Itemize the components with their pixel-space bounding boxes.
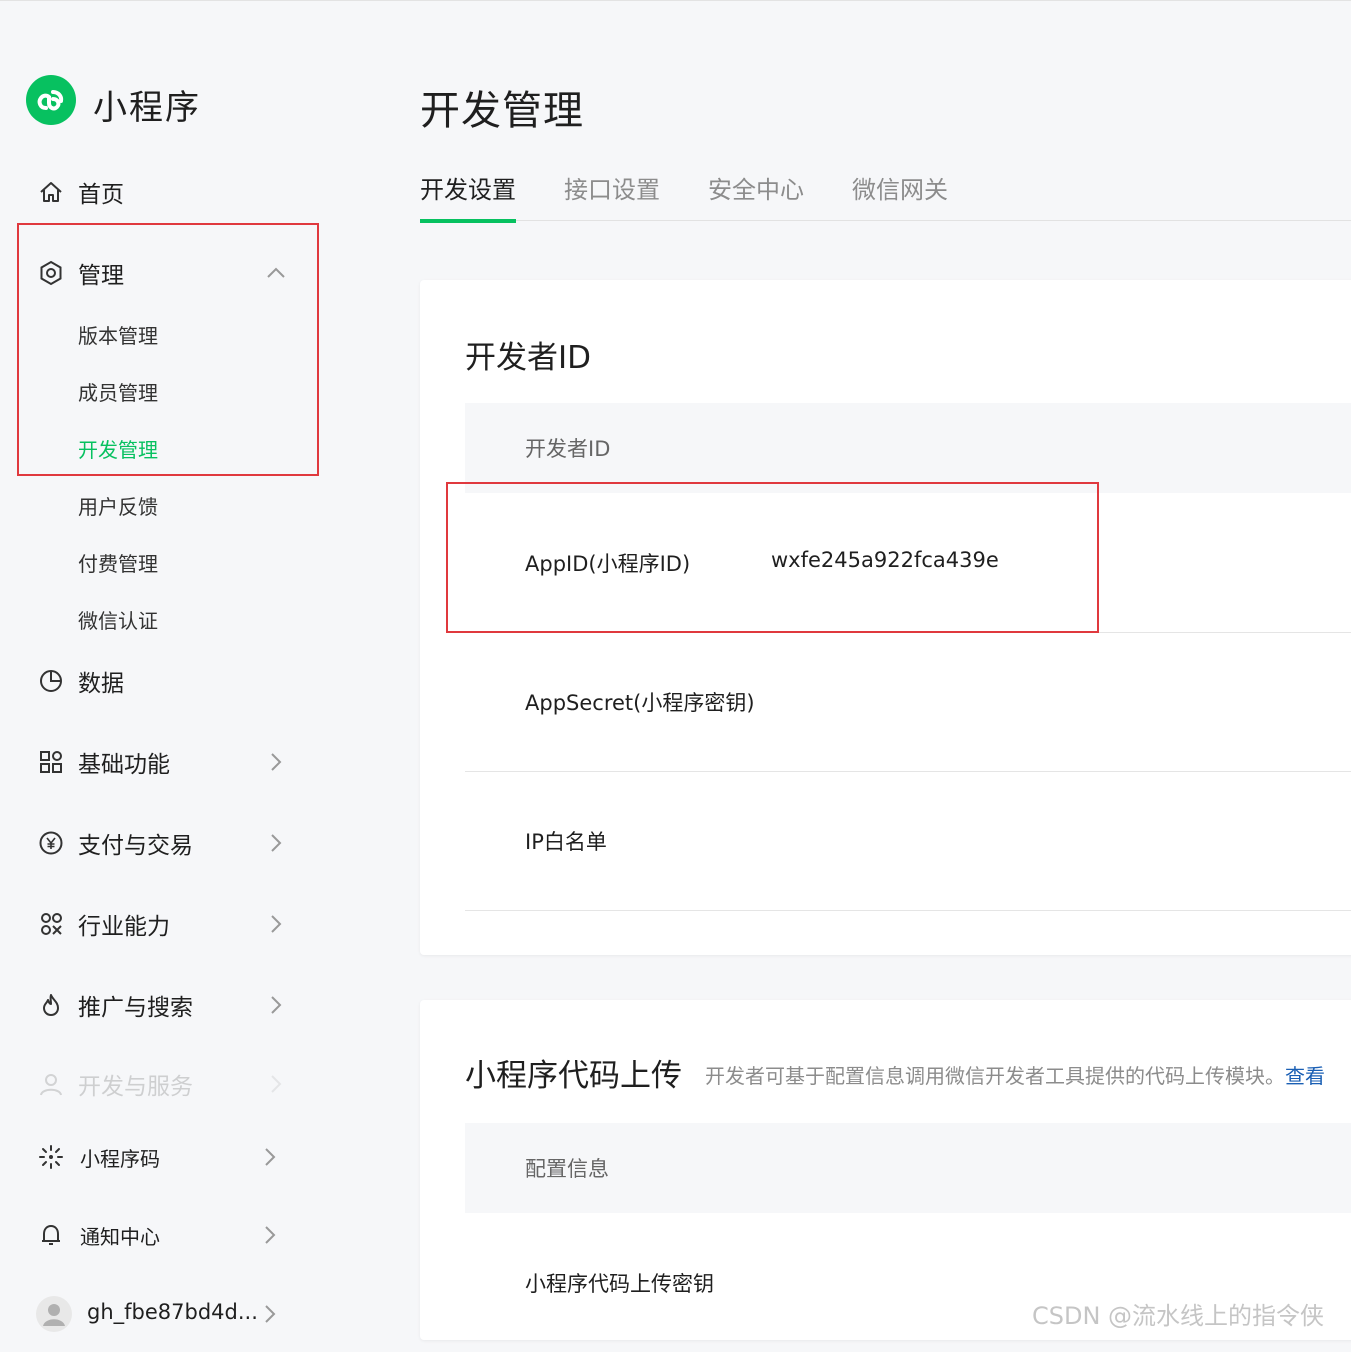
tab-bar: 开发设置 接口设置 安全中心 微信网关 bbox=[420, 170, 1351, 223]
table-header-label: 配置信息 bbox=[525, 1157, 609, 1181]
avatar[interactable] bbox=[36, 1296, 72, 1332]
yen-coin-icon bbox=[39, 831, 63, 855]
table-header: 开发者ID bbox=[465, 403, 1351, 493]
row-key: IP白名单 bbox=[525, 830, 607, 854]
sidebar-item-pay[interactable]: 支付与交易 bbox=[38, 823, 193, 863]
top-border bbox=[0, 0, 1351, 1]
tab-wechat-gateway[interactable]: 微信网关 bbox=[852, 170, 948, 219]
mini-program-code-icon bbox=[39, 1145, 63, 1169]
chevron-right-icon[interactable] bbox=[266, 752, 286, 772]
tab-dev-settings[interactable]: 开发设置 bbox=[420, 170, 516, 223]
card-title: 开发者ID bbox=[465, 340, 592, 376]
sidebar-item-dev-service[interactable]: 开发与服务 bbox=[38, 1064, 193, 1104]
sidebar-item-home[interactable]: 首页 bbox=[38, 172, 124, 212]
tab-security-center[interactable]: 安全中心 bbox=[708, 170, 804, 219]
sidebar-item-label: 开发与服务 bbox=[78, 1074, 193, 1100]
sidebar-item-label: 支付与交易 bbox=[78, 833, 193, 859]
sidebar-item-label: 数据 bbox=[78, 671, 124, 697]
sidebar-sub-dev-manage[interactable]: 开发管理 bbox=[78, 434, 158, 463]
table-row-ip-whitelist: IP白名单 bbox=[465, 771, 1351, 911]
chevron-right-icon[interactable] bbox=[266, 833, 286, 853]
code-upload-card: 小程序代码上传 开发者可基于配置信息调用微信开发者工具提供的代码上传模块。查看 … bbox=[420, 1000, 1351, 1340]
chevron-right-icon[interactable] bbox=[266, 1074, 286, 1094]
sidebar-item-label: 管理 bbox=[78, 263, 124, 289]
pie-chart-icon bbox=[40, 670, 62, 692]
row-key: 小程序代码上传密钥 bbox=[525, 1272, 714, 1296]
table-row-upload-key: 小程序代码上传密钥 bbox=[465, 1213, 1351, 1352]
table-header-label: 开发者ID bbox=[525, 437, 611, 461]
chevron-up-icon[interactable] bbox=[266, 263, 286, 283]
sidebar-sub-feedback[interactable]: 用户反馈 bbox=[78, 491, 158, 520]
table-header: 配置信息 bbox=[465, 1123, 1351, 1213]
sidebar-item-label: 推广与搜索 bbox=[78, 995, 193, 1021]
sidebar-item-label: 小程序码 bbox=[80, 1146, 160, 1171]
grid-icon bbox=[40, 751, 62, 773]
sidebar-item-notice[interactable]: 通知中心 bbox=[38, 1215, 160, 1255]
chevron-right-icon[interactable] bbox=[260, 1304, 280, 1324]
sidebar-item-industry[interactable]: 行业能力 bbox=[38, 904, 170, 944]
developer-id-card: 开发者ID 开发者ID AppID(小程序ID) wxfe245a922fca4… bbox=[420, 280, 1351, 955]
view-docs-link[interactable]: 查看 bbox=[1285, 1064, 1325, 1088]
chevron-right-icon[interactable] bbox=[266, 914, 286, 934]
sidebar-item-qrcode[interactable]: 小程序码 bbox=[38, 1137, 160, 1177]
chevron-right-icon[interactable] bbox=[266, 995, 286, 1015]
sidebar-item-label: 首页 bbox=[78, 182, 124, 208]
sidebar-item-label: 行业能力 bbox=[78, 914, 170, 940]
card-description-text: 开发者可基于配置信息调用微信开发者工具提供的代码上传模块。 bbox=[705, 1064, 1285, 1088]
appid-value[interactable]: wxfe245a922fca439e bbox=[771, 548, 999, 572]
flame-icon bbox=[43, 994, 59, 1016]
table-row-appid: AppID(小程序ID) wxfe245a922fca439e bbox=[465, 493, 1351, 633]
card-description: 开发者可基于配置信息调用微信开发者工具提供的代码上传模块。查看 bbox=[705, 1060, 1325, 1089]
industry-nodes-icon bbox=[41, 913, 62, 935]
sidebar-item-label: 通知中心 bbox=[80, 1224, 160, 1249]
user-avatar-icon bbox=[43, 1304, 65, 1326]
card-title: 小程序代码上传 bbox=[465, 1058, 682, 1094]
sidebar-item-promo[interactable]: 推广与搜索 bbox=[38, 985, 193, 1025]
row-key: AppID(小程序ID) bbox=[525, 552, 691, 576]
page-title: 开发管理 bbox=[420, 88, 584, 134]
watermark: CSDN @流水线上的指令侠 bbox=[1032, 1302, 1325, 1330]
sidebar-sub-members[interactable]: 成员管理 bbox=[78, 377, 158, 406]
user-icon bbox=[40, 1074, 62, 1096]
sidebar-item-data[interactable]: 数据 bbox=[38, 661, 124, 701]
chevron-right-icon[interactable] bbox=[260, 1147, 280, 1167]
home-icon bbox=[40, 182, 62, 202]
sidebar-item-label: 基础功能 bbox=[78, 752, 170, 778]
row-key: AppSecret(小程序密钥) bbox=[525, 691, 755, 715]
sidebar-item-manage[interactable]: 管理 bbox=[38, 253, 124, 293]
sidebar-sub-billing[interactable]: 付费管理 bbox=[78, 548, 158, 577]
account-name[interactable]: gh_fbe87bd4d... bbox=[87, 1300, 258, 1324]
bell-icon bbox=[42, 1225, 60, 1245]
mini-program-logo-icon bbox=[26, 75, 76, 125]
sidebar-sub-verify[interactable]: 微信认证 bbox=[78, 605, 158, 634]
chevron-right-icon[interactable] bbox=[260, 1225, 280, 1245]
sidebar-sub-version[interactable]: 版本管理 bbox=[78, 320, 158, 349]
table-row-appsecret: AppSecret(小程序密钥) bbox=[465, 632, 1351, 772]
brand-title: 小程序 bbox=[93, 88, 201, 128]
tab-api-settings[interactable]: 接口设置 bbox=[564, 170, 660, 219]
hexagon-settings-icon bbox=[40, 260, 62, 286]
sidebar-item-basic[interactable]: 基础功能 bbox=[38, 742, 170, 782]
